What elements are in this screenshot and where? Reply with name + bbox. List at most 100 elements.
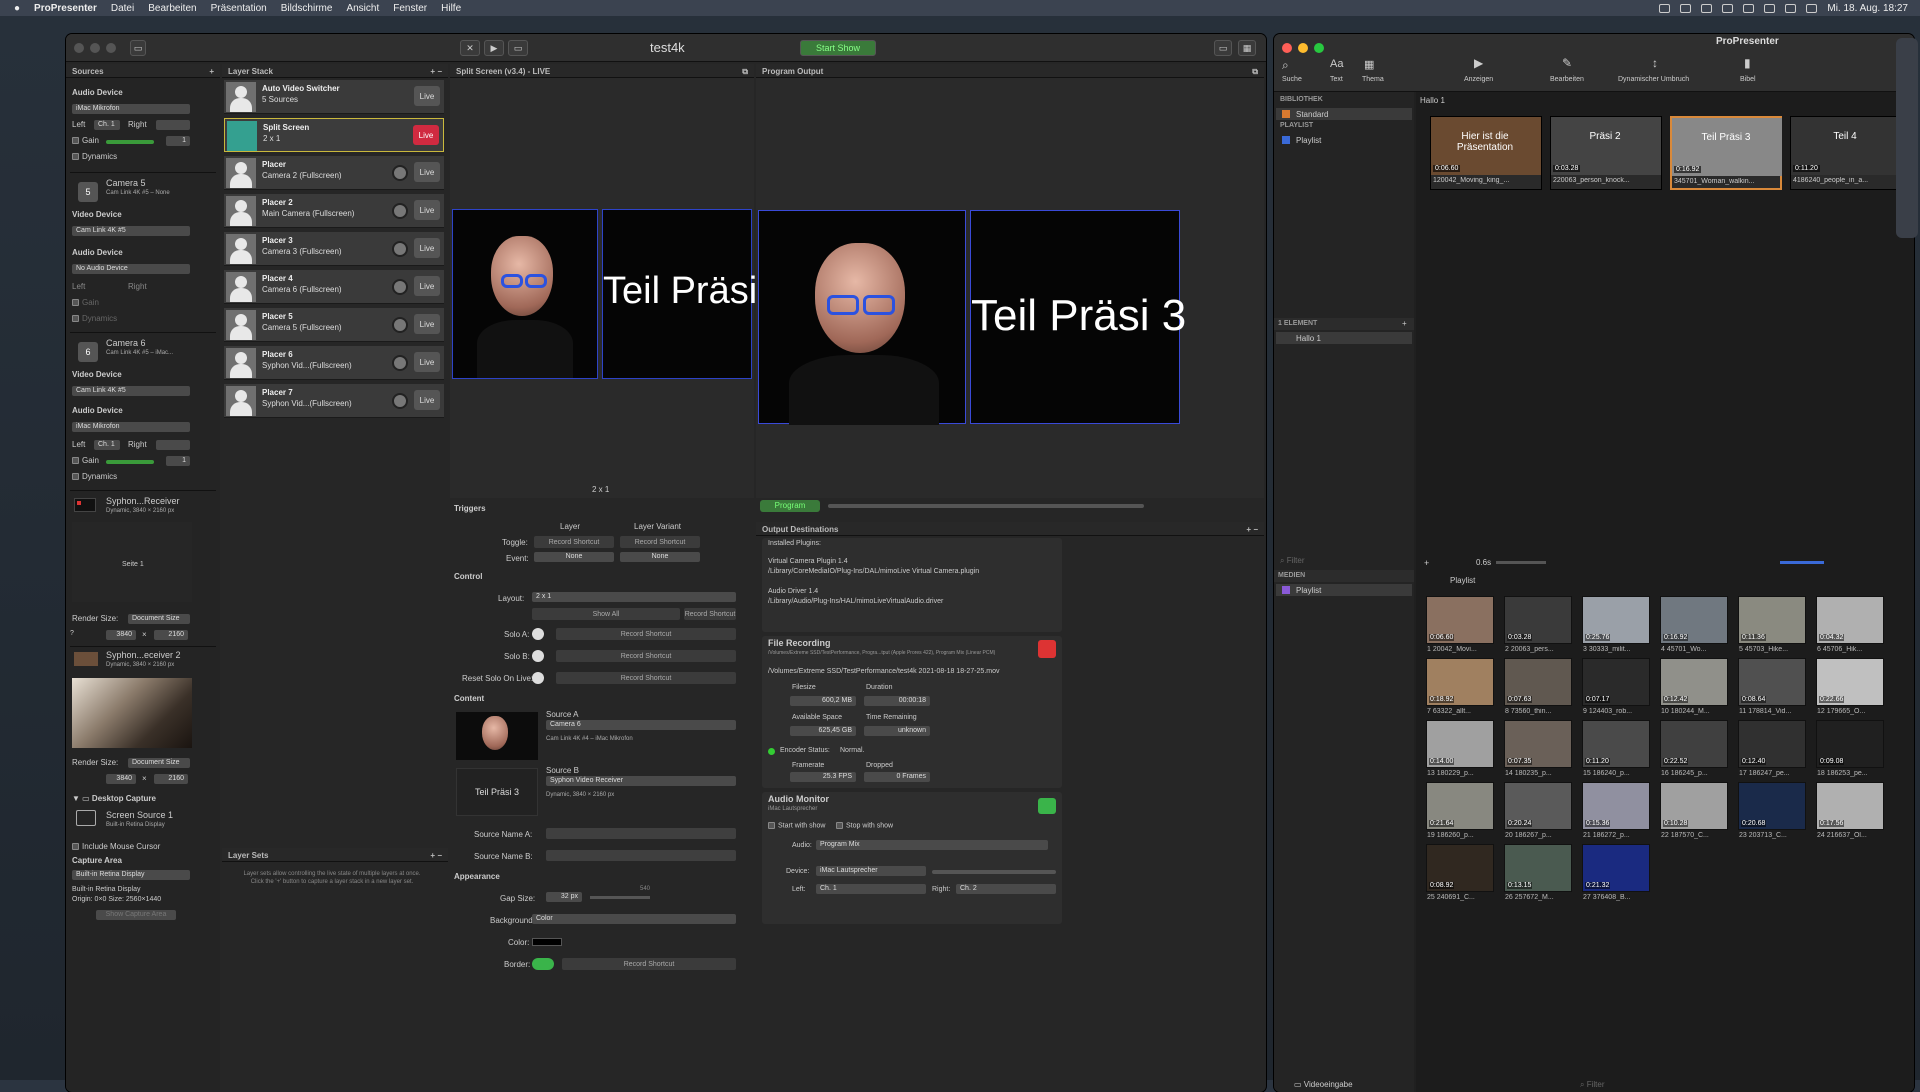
search-icon[interactable] — [1806, 3, 1818, 13]
layer-live-button[interactable]: Live — [413, 125, 439, 145]
media-thumb[interactable]: 0:11.36 5 45703_Hike... — [1738, 596, 1806, 653]
pp-show-label[interactable]: Anzeigen — [1464, 76, 1493, 83]
event-layer-select[interactable]: None — [534, 552, 614, 562]
solo-a-toggle[interactable] — [532, 628, 544, 640]
pp-search-label[interactable]: Suche — [1282, 76, 1302, 83]
gap-size-slider[interactable] — [590, 896, 650, 899]
pp-text-icon[interactable]: Aa — [1330, 58, 1343, 70]
gap-size-value[interactable]: 32 px — [546, 892, 582, 902]
volume-knob-icon[interactable] — [392, 203, 408, 219]
slide-thumb[interactable]: Teil Präsi 3 0:16.92 345701_Woman_walkin..… — [1670, 116, 1782, 190]
menubar-clock[interactable]: Mi. 18. Aug. 18:27 — [1827, 3, 1908, 14]
monitor-left-select[interactable]: Ch. 1 — [816, 884, 926, 894]
layer-row[interactable]: Placer 7 Syphon Vid...(Fullscreen) Live — [224, 384, 444, 418]
pp-reflow-label[interactable]: Dynamischer Umbruch — [1618, 76, 1689, 83]
reset-solo-shortcut[interactable]: Record Shortcut — [556, 672, 736, 684]
apple-menu-icon[interactable]: ● — [14, 3, 20, 14]
layer-row[interactable]: Placer 5 Camera 5 (Fullscreen) Live — [224, 308, 444, 342]
pp-edit-label[interactable]: Bearbeiten — [1550, 76, 1584, 83]
add-icon[interactable]: + — [1424, 558, 1429, 568]
layer-live-button[interactable]: Live — [414, 276, 440, 296]
menu-ansicht[interactable]: Ansicht — [346, 3, 379, 14]
cam6-gain-value[interactable]: 1 — [166, 456, 190, 466]
audio-monitor-speaker-icon[interactable] — [1038, 798, 1056, 814]
toggle-variant-shortcut[interactable]: Record Shortcut — [620, 536, 700, 548]
cam6-dynamics-checkbox[interactable]: Dynamics — [72, 472, 117, 481]
cam6-right-select[interactable] — [156, 440, 190, 450]
media-thumb[interactable]: 0:17.56 24 216637_Ol... — [1816, 782, 1884, 839]
monitor-right-select[interactable]: Ch. 2 — [956, 884, 1056, 894]
source-a-select[interactable]: Camera 6 — [546, 720, 736, 730]
media-thumb[interactable]: 0:20.68 23 203713_C... — [1738, 782, 1806, 839]
source-name-b-input[interactable] — [546, 850, 736, 861]
program-popout-icon[interactable]: ⧉ — [1252, 67, 1258, 76]
layer-row[interactable]: Auto Video Switcher 5 Sources Live — [224, 80, 444, 114]
video-input-item[interactable]: ▭ Videoeingabe — [1294, 1080, 1353, 1089]
playlist-item[interactable]: Playlist — [1276, 134, 1412, 146]
gain-value[interactable]: 1 — [166, 136, 190, 146]
dynamics-checkbox[interactable]: Dynamics — [72, 152, 117, 161]
close-layer-icon[interactable]: ✕ — [460, 40, 480, 56]
add-layer-icon[interactable]: + − — [430, 67, 442, 76]
pp-theme-icon[interactable]: ▦ — [1364, 58, 1374, 71]
start-with-show-checkbox[interactable]: Start with show — [768, 822, 825, 829]
speed-slider[interactable] — [1496, 561, 1546, 564]
camera5-name[interactable]: Camera 5 — [106, 178, 146, 188]
show-capture-area-button[interactable]: Show Capture Area — [96, 910, 176, 920]
add-layer-set-icon[interactable]: + − — [430, 851, 442, 860]
media-thumb[interactable]: 0:12.40 17 186247_pe... — [1738, 720, 1806, 777]
preview-icon[interactable]: ▭ — [508, 40, 528, 56]
gain-checkbox[interactable]: Gain — [72, 136, 99, 145]
syphon2-height[interactable]: 2160 — [154, 774, 188, 784]
pp-edit-icon[interactable]: ✎ — [1562, 56, 1572, 70]
source-a-thumb[interactable] — [456, 712, 538, 760]
gain-slider[interactable] — [106, 140, 154, 144]
media-thumb[interactable]: 0:11.20 15 186240_p... — [1582, 720, 1650, 777]
slide-thumb[interactable]: Hier ist die Präsentation 0:06.60 120042_M… — [1430, 116, 1542, 190]
status-icon-2[interactable] — [1680, 3, 1692, 13]
help-icon[interactable]: ? — [70, 630, 74, 637]
solo-a-shortcut[interactable]: Record Shortcut — [556, 628, 736, 640]
cam5-dynamics-checkbox[interactable]: Dynamics — [72, 314, 117, 323]
volume-knob-icon[interactable] — [392, 317, 408, 333]
syphon1-height[interactable]: 2160 — [154, 630, 188, 640]
menu-datei[interactable]: Datei — [111, 3, 134, 14]
skip-icon[interactable]: ▶ — [484, 40, 504, 56]
audio-monitor-volume-slider[interactable] — [932, 870, 1056, 874]
border-toggle[interactable] — [532, 958, 554, 970]
start-show-button[interactable]: Start Show — [800, 40, 876, 56]
media-thumb[interactable]: 0:15.36 21 186272_p... — [1582, 782, 1650, 839]
syphon2-render-select[interactable]: Document Size — [128, 758, 190, 768]
left-channel-select[interactable]: Ch. 1 — [94, 120, 120, 130]
menu-praesentation[interactable]: Präsentation — [211, 3, 267, 14]
record-button[interactable] — [1038, 640, 1056, 658]
media-thumb[interactable]: 0:04.32 6 45706_Hik... — [1816, 596, 1884, 653]
media-thumb[interactable]: 0:21.32 27 376408_B... — [1582, 844, 1650, 901]
menu-bearbeiten[interactable]: Bearbeiten — [148, 3, 196, 14]
media-thumb[interactable]: 0:25.76 3 30333_milit... — [1582, 596, 1650, 653]
popout-icon[interactable]: ⧉ — [742, 67, 748, 76]
layer-live-button[interactable]: Live — [414, 86, 440, 106]
wifi-icon[interactable] — [1785, 3, 1797, 13]
layout-icon-1[interactable]: ▭ — [1214, 40, 1232, 56]
program-volume-slider[interactable] — [828, 504, 1144, 508]
syphon1-name[interactable]: Syphon...Receiver — [106, 496, 180, 506]
cam5-video-select[interactable]: Cam Link 4K #5 — [72, 226, 190, 236]
status-icon-4[interactable] — [1722, 3, 1734, 13]
volume-knob-icon[interactable] — [392, 241, 408, 257]
syphon2-name[interactable]: Syphon...eceiver 2 — [106, 650, 181, 660]
volume-icon[interactable] — [1764, 3, 1776, 13]
syphon1-render-select[interactable]: Document Size — [128, 614, 190, 624]
layout-select[interactable]: 2 x 1 — [532, 592, 736, 602]
media-thumb[interactable]: 0:12.42 10 180244_M... — [1660, 658, 1728, 715]
volume-knob-icon[interactable] — [392, 279, 408, 295]
media-thumb[interactable]: 0:18.92 7 63322_allt... — [1426, 658, 1494, 715]
layer-live-button[interactable]: Live — [414, 238, 440, 258]
layer-row[interactable]: Split Screen 2 x 1 Live — [224, 118, 444, 152]
audio-select[interactable]: Program Mix — [816, 840, 1048, 850]
layer-live-button[interactable]: Live — [414, 314, 440, 334]
status-icon-5[interactable] — [1743, 3, 1755, 13]
media-playlist-item[interactable]: Playlist — [1276, 584, 1412, 596]
media-thumb[interactable]: 0:16.92 4 45701_Wo... — [1660, 596, 1728, 653]
media-filter-input[interactable]: ⌕ Filter — [1580, 1080, 1604, 1090]
